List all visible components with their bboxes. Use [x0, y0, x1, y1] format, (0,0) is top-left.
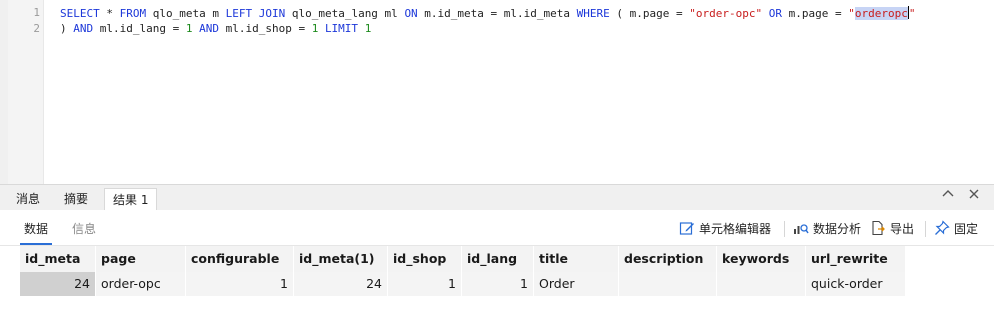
table-cell[interactable]: 24	[20, 272, 96, 296]
code-line-2[interactable]: ) AND ml.id_lang = 1 AND ml.id_shop = 1 …	[60, 22, 371, 35]
close-panel-button[interactable]	[964, 187, 984, 207]
line-number: 1	[33, 6, 40, 19]
cell-editor-button[interactable]: 单元格编辑器	[679, 219, 771, 237]
toolbar-divider	[784, 221, 785, 237]
column-header[interactable]: url_rewrite	[806, 246, 906, 272]
export-button[interactable]: 导出	[870, 219, 914, 237]
code-line-1[interactable]: SELECT * FROM qlo_meta m LEFT JOIN qlo_m…	[60, 6, 915, 20]
pin-button[interactable]: 固定	[934, 219, 978, 237]
table-cell[interactable]: order-opc	[96, 272, 186, 296]
table-cell[interactable]: 1	[186, 272, 294, 296]
active-tab-indicator	[20, 243, 52, 245]
close-icon	[969, 189, 979, 199]
column-header[interactable]: id_shop	[388, 246, 462, 272]
table-cell[interactable]: 1	[388, 272, 462, 296]
column-header[interactable]: page	[96, 246, 186, 272]
selected-text: orderopc	[854, 7, 908, 20]
result-toolbar: 数据 信息 单元格编辑器 数据分析 导出 固定	[0, 210, 994, 246]
table-cell[interactable]: quick-order	[806, 272, 906, 296]
column-header[interactable]: id_lang	[462, 246, 534, 272]
column-header[interactable]: id_meta(1)	[294, 246, 388, 272]
chart-analysis-icon	[794, 224, 809, 234]
data-analysis-button[interactable]: 数据分析	[793, 219, 861, 237]
tab-messages[interactable]: 消息	[8, 188, 48, 211]
table-cell[interactable]: 1	[462, 272, 534, 296]
column-header[interactable]: configurable	[186, 246, 294, 272]
tab-result-1[interactable]: 结果 1	[104, 188, 158, 211]
tab-summary[interactable]: 摘要	[56, 188, 96, 211]
tab-info[interactable]: 信息	[72, 220, 96, 237]
table-cell[interactable]: Order	[534, 272, 619, 296]
column-header[interactable]: description	[619, 246, 717, 272]
edit-icon	[679, 222, 694, 235]
export-icon	[872, 220, 885, 236]
column-header[interactable]: title	[534, 246, 619, 272]
table-cell[interactable]	[619, 272, 717, 296]
table-cell[interactable]	[717, 272, 806, 296]
result-panel-tabs: 消息 摘要 结果 1	[0, 184, 994, 211]
column-header[interactable]: keywords	[717, 246, 806, 272]
pin-icon	[935, 220, 950, 235]
line-number: 2	[33, 22, 40, 35]
sql-editor[interactable]: 1 2 SELECT * FROM qlo_meta m LEFT JOIN q…	[0, 0, 994, 184]
column-header[interactable]: id_meta	[20, 246, 96, 272]
line-number-gutter: 1 2	[8, 0, 44, 184]
collapse-panel-button[interactable]	[938, 187, 958, 207]
chevron-up-icon	[942, 190, 954, 197]
table-cell[interactable]: 24	[294, 272, 388, 296]
tab-data[interactable]: 数据	[24, 220, 48, 237]
toolbar-divider	[925, 221, 926, 237]
